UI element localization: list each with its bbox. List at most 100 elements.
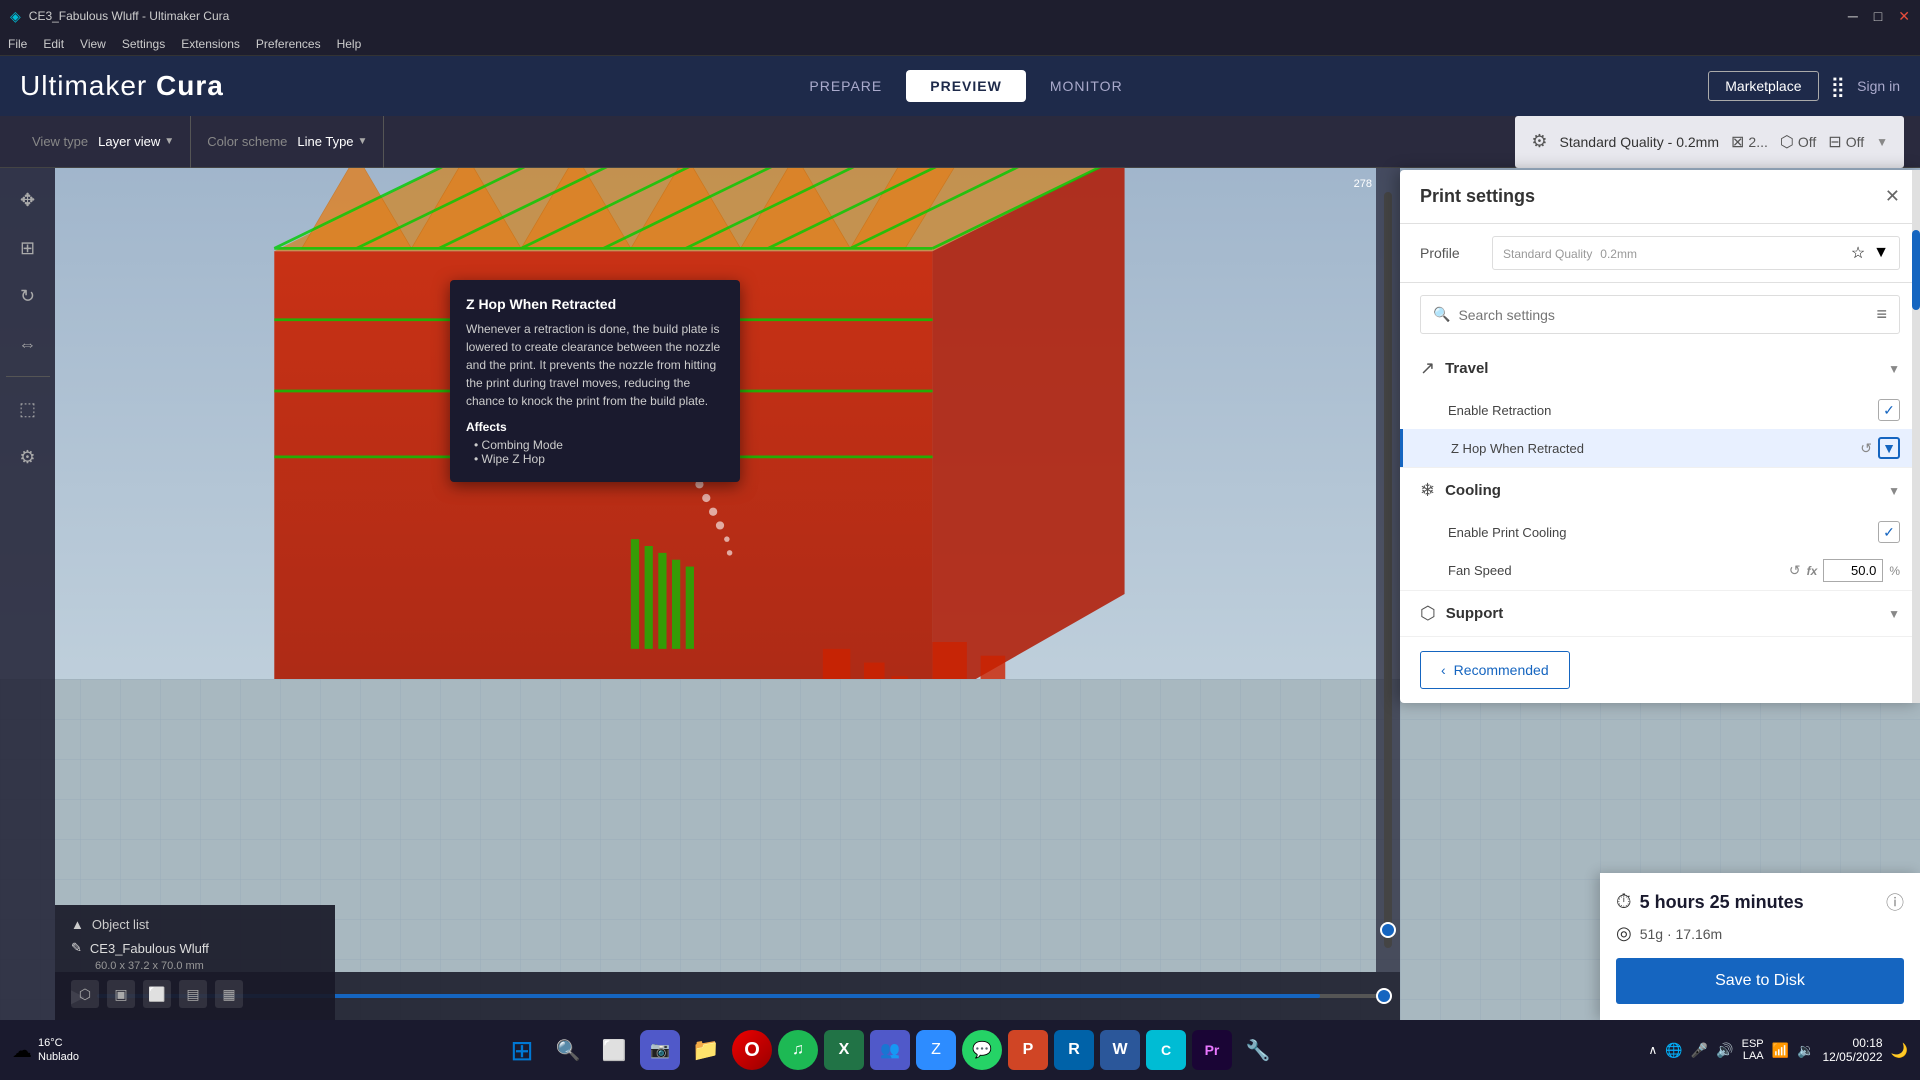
grid-icon[interactable]: ⣿	[1831, 74, 1846, 99]
recommended-label: Recommended	[1454, 662, 1549, 678]
color-scheme-value: Line Type	[297, 134, 353, 149]
recommended-button[interactable]: ‹ Recommended	[1420, 651, 1570, 689]
file-explorer-icon[interactable]: 📁	[686, 1030, 726, 1070]
scale-tool[interactable]: ⊞	[8, 228, 48, 268]
zoom-icon[interactable]: Z	[916, 1030, 956, 1070]
chevron-up-icon: ▲	[71, 917, 84, 932]
network-icon[interactable]: 🌐	[1665, 1042, 1682, 1059]
move-tool[interactable]: ✥	[8, 180, 48, 220]
nav-preview[interactable]: PREVIEW	[906, 70, 1026, 102]
affects-item-1: • Combing Mode	[474, 438, 724, 452]
nav-prepare[interactable]: PREPARE	[785, 70, 906, 102]
object-list-header[interactable]: ▲ Object list	[71, 917, 319, 932]
profile-select[interactable]: Standard Quality 0.2mm ☆ ▼	[1492, 236, 1900, 270]
enable-retraction-checkbox[interactable]: ✓	[1878, 399, 1900, 421]
z-hop-reset[interactable]: ↺	[1860, 440, 1872, 457]
vertical-layer-slider[interactable]: 278	[1376, 168, 1400, 972]
left-view-icon[interactable]: ▤	[179, 980, 207, 1008]
quality-label[interactable]: Standard Quality - 0.2mm	[1560, 134, 1720, 150]
profile-label: Profile	[1420, 245, 1480, 261]
sound-icon[interactable]: 🔉	[1797, 1042, 1814, 1059]
menu-file[interactable]: File	[8, 37, 27, 51]
scrollbar-thumb[interactable]	[1912, 230, 1920, 310]
datetime[interactable]: 00:18 12/05/2022	[1823, 1036, 1883, 1064]
spotify-icon[interactable]: ♫	[778, 1030, 818, 1070]
mic-icon[interactable]: 🎤	[1691, 1042, 1708, 1059]
infill-control[interactable]: ⊠ 2...	[1731, 132, 1768, 152]
marketplace-button[interactable]: Marketplace	[1708, 71, 1818, 101]
close-button[interactable]: ✕	[1898, 8, 1910, 25]
object-item[interactable]: ✎ CE3_Fabulous Wluff	[71, 940, 319, 956]
signin-link[interactable]: Sign in	[1857, 78, 1900, 94]
travel-header[interactable]: ↗ Travel ▼	[1400, 346, 1920, 391]
volume-icon[interactable]: 🔊	[1716, 1042, 1733, 1059]
start-button[interactable]: ⊞	[502, 1030, 542, 1070]
front-view-icon[interactable]: ▣	[107, 980, 135, 1008]
teams-icon[interactable]: 👥	[870, 1030, 910, 1070]
slider-track[interactable]	[1384, 192, 1392, 948]
rotate-tool[interactable]: ↻	[8, 276, 48, 316]
whatsapp-icon[interactable]: 💬	[962, 1030, 1002, 1070]
search-input[interactable]	[1458, 307, 1868, 323]
z-hop-checkbox[interactable]: ▼	[1878, 437, 1900, 459]
nav-monitor[interactable]: MONITOR	[1026, 70, 1147, 102]
cura-icon[interactable]: C	[1146, 1030, 1186, 1070]
revit-icon[interactable]: R	[1054, 1030, 1094, 1070]
object-list-label: Object list	[92, 917, 149, 932]
color-scheme-chevron: ▼	[358, 136, 368, 147]
quality-chevron[interactable]: ▼	[1876, 135, 1888, 149]
adhesion-control[interactable]: ⊟ Off	[1828, 132, 1864, 152]
color-scheme-select[interactable]: Line Type ▼	[297, 134, 367, 149]
wifi-icon[interactable]: 📶	[1772, 1042, 1789, 1059]
opera-icon[interactable]: O	[732, 1030, 772, 1070]
menu-edit[interactable]: Edit	[43, 37, 64, 51]
excel-icon[interactable]: X	[824, 1030, 864, 1070]
menu-settings[interactable]: Settings	[122, 37, 165, 51]
perspective-icon[interactable]: ⬡	[71, 980, 99, 1008]
task-view-button[interactable]: ⬜	[594, 1030, 634, 1070]
cura2-icon[interactable]: 🔧	[1238, 1030, 1278, 1070]
menu-extensions[interactable]: Extensions	[181, 37, 240, 51]
info-icon[interactable]: ⓘ	[1886, 889, 1904, 915]
menu-icon[interactable]: ≡	[1876, 304, 1887, 325]
minimize-button[interactable]: ─	[1848, 8, 1858, 25]
chevron-up-sys[interactable]: ∧	[1649, 1043, 1658, 1057]
fan-speed-input[interactable]	[1823, 559, 1883, 582]
mirror-tool[interactable]: ⇔	[8, 324, 48, 364]
print-settings-close[interactable]: ✕	[1885, 186, 1900, 207]
teams-meet-icon[interactable]: 📷	[640, 1030, 680, 1070]
search-button[interactable]: 🔍	[548, 1030, 588, 1070]
search-icon: 🔍	[1433, 306, 1450, 323]
cooling-header[interactable]: ❄ Cooling ▼	[1400, 468, 1920, 513]
settings-scrollbar[interactable]	[1912, 170, 1920, 703]
enable-cooling-control: ✓	[1878, 521, 1900, 543]
word-icon[interactable]: W	[1100, 1030, 1140, 1070]
slider-thumb[interactable]	[1380, 922, 1396, 938]
support-control[interactable]: ⬡ Off	[1780, 132, 1816, 152]
star-icon[interactable]: ☆	[1851, 243, 1865, 263]
view-type-select[interactable]: Layer view ▼	[98, 134, 174, 149]
timeline-thumb[interactable]	[1376, 988, 1392, 1004]
support-icon: ⬡	[1780, 132, 1794, 152]
layer-tool[interactable]: ⬚	[8, 389, 48, 429]
powerpoint-icon[interactable]: P	[1008, 1030, 1048, 1070]
profile-chevron[interactable]: ▼	[1873, 244, 1889, 262]
fan-speed-fx[interactable]: fx	[1807, 564, 1818, 578]
support-header[interactable]: ⬡ Support ▼	[1400, 591, 1920, 636]
maximize-button[interactable]: □	[1874, 8, 1882, 25]
menu-help[interactable]: Help	[337, 37, 362, 51]
enable-cooling-checkbox[interactable]: ✓	[1878, 521, 1900, 543]
settings-search[interactable]: 🔍 ≡	[1420, 295, 1900, 334]
fan-speed-setting: Fan Speed ↺ fx %	[1400, 551, 1920, 590]
top-view-icon[interactable]: ⬜	[143, 980, 171, 1008]
notifications-icon[interactable]: 🌙	[1891, 1042, 1908, 1059]
right-view-icon[interactable]: ▦	[215, 980, 243, 1008]
menu-preferences[interactable]: Preferences	[256, 37, 321, 51]
menu-view[interactable]: View	[80, 37, 106, 51]
support-tool[interactable]: ⚙	[8, 437, 48, 477]
object-panel: ▲ Object list ✎ CE3_Fabulous Wluff 60.0 …	[55, 905, 335, 1020]
fan-speed-reset[interactable]: ↺	[1789, 562, 1801, 579]
object-dimensions: 60.0 x 37.2 x 70.0 mm	[95, 960, 319, 972]
premiere-icon[interactable]: Pr	[1192, 1030, 1232, 1070]
save-button[interactable]: Save to Disk	[1616, 958, 1904, 1004]
